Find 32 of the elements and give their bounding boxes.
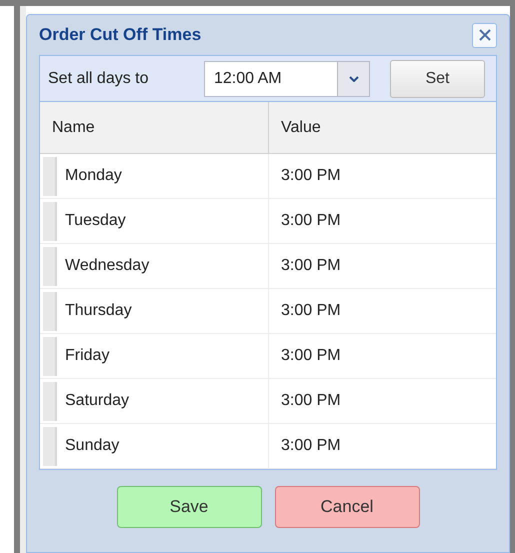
time-value: 3:00 PM [281,211,341,231]
time-value: 3:00 PM [281,256,341,276]
time-value: 3:00 PM [281,391,341,411]
dialog-title: Order Cut Off Times [39,24,202,46]
close-icon [478,28,492,42]
column-header[interactable]: Name [40,102,269,153]
row-handle[interactable] [43,246,57,286]
time-value: 3:00 PM [281,166,341,186]
row-handle[interactable] [43,382,57,420]
cancel-button[interactable]: Cancel [274,486,420,528]
day-name: Wednesday [65,256,150,276]
close-button[interactable] [472,22,497,48]
save-button[interactable]: Save [116,486,262,528]
day-name: Saturday [65,391,130,411]
day-name: Thursday [65,301,132,321]
row-handle[interactable] [43,426,57,466]
toolbar-label: Set all days to [48,68,150,88]
time-value: 3:00 PM [281,301,341,321]
time-value: 3:00 PM [281,436,341,456]
row-handle[interactable] [43,156,57,196]
row-handle[interactable] [43,292,57,330]
row-handle[interactable] [43,336,57,376]
row-handle[interactable] [43,202,57,240]
day-name: Tuesday [65,211,126,231]
set-button[interactable]: Set [390,60,485,98]
day-name: Monday [65,166,122,186]
day-name: Sunday [65,436,120,456]
time-dropdown[interactable]: 12:00 AM [204,60,370,96]
caret-icon [348,76,358,82]
column-header[interactable]: Value [269,102,496,153]
day-name: Friday [65,346,110,366]
time-value: 3:00 PM [281,346,341,366]
